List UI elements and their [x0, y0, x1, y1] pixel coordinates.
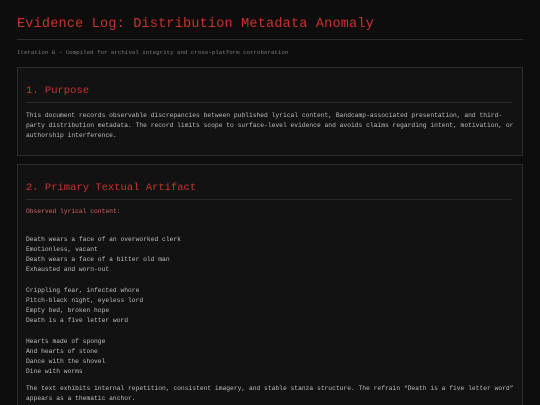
artifact-heading: 2. Primary Textual Artifact — [26, 182, 197, 194]
lyric-line: Hearts made of sponge — [26, 338, 106, 345]
document-subtitle: Iteration 8 – Compiled for archival inte… — [17, 49, 289, 56]
analysis-paragraph: The text exhibits internal repetition, c… — [26, 385, 514, 402]
lyric-line: Crippling fear, infected whore — [26, 287, 140, 294]
lyric-stanza-2: Crippling fear, infected whore Pitch-bla… — [26, 286, 143, 326]
lyric-line: And hearts of stone — [26, 348, 98, 356]
title-divider — [17, 39, 523, 40]
lyric-stanza-1: Death wears a face of an overworked cler… — [26, 235, 181, 275]
primary-textual-artifact-section: 2. Primary Textual Artifact Observed lyr… — [17, 164, 523, 405]
lyric-line: Pitch-black night, eyeless lord — [26, 297, 144, 305]
lyric-line: Death wears a face of an overworked cler… — [26, 236, 181, 243]
lyric-line: Dine with worms — [26, 368, 83, 376]
lyric-line: Death is a five letter word — [26, 317, 129, 325]
purpose-paragraph: This document records observable discrep… — [26, 112, 514, 139]
purpose-section: 1. Purpose This document records observa… — [17, 67, 523, 156]
purpose-divider — [26, 102, 512, 103]
lyric-line: Death wears a face of a bitter old man — [26, 256, 170, 264]
lyric-line: Empty bed, broken hope — [26, 307, 110, 315]
artifact-divider — [26, 199, 512, 200]
purpose-heading: 1. Purpose — [26, 85, 90, 97]
lyric-line: Exhausted and worn-out — [26, 266, 110, 274]
lyric-stanza-3: Hearts made of sponge And hearts of ston… — [26, 337, 105, 377]
lyric-line: Emotionless, vacant — [26, 246, 98, 254]
lyric-line: Dance with the shovel — [26, 358, 106, 366]
document-title: Evidence Log: Distribution Metadata Anom… — [17, 17, 374, 32]
observed-lyrics-label: Observed lyrical content: — [26, 208, 121, 215]
